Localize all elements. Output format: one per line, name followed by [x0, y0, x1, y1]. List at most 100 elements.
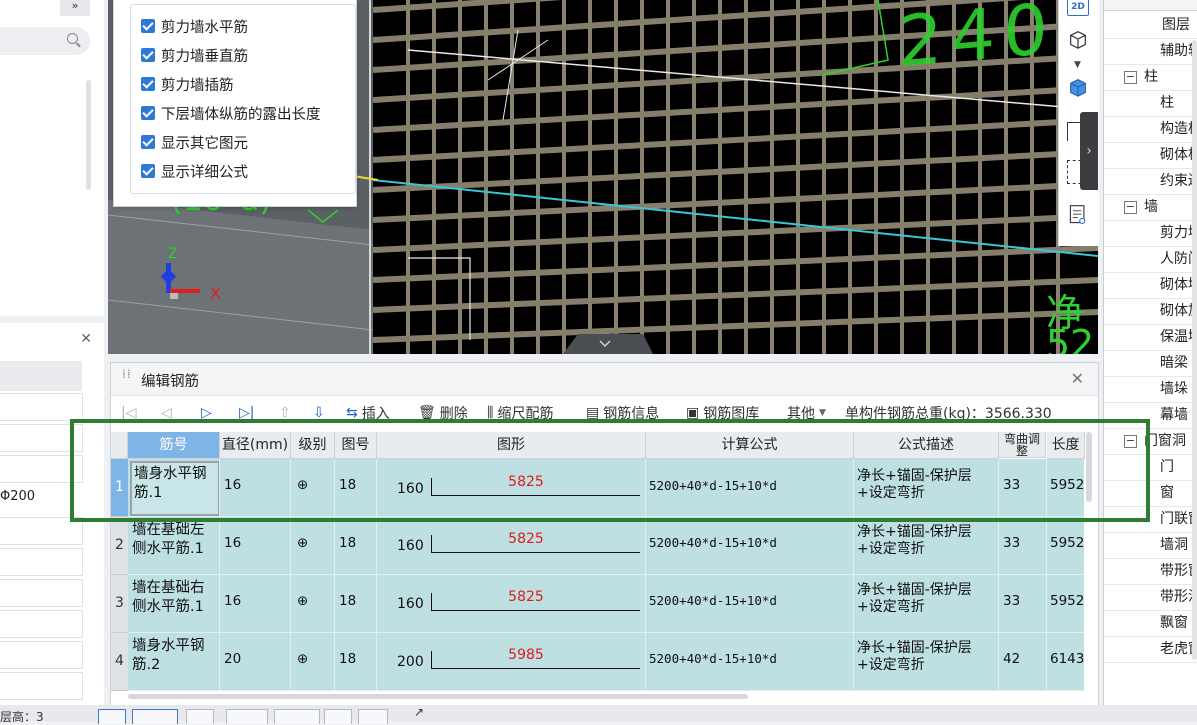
figure-number[interactable]: 18: [339, 651, 356, 667]
dropdown-arrow-icon[interactable]: ▼: [1074, 60, 1081, 70]
solid-cube-icon[interactable]: [1067, 76, 1089, 98]
tree-item[interactable]: 老虎窗: [1104, 636, 1197, 663]
checkbox-show-formula[interactable]: 显示详细公式: [141, 161, 248, 181]
expand-arrow-icon[interactable]: ↗: [414, 705, 424, 719]
snap-plus-button[interactable]: [274, 709, 320, 724]
snap-edit-button[interactable]: [358, 709, 388, 724]
collapse-tab-arrow-icon[interactable]: ›: [1080, 112, 1098, 190]
rebar-grade[interactable]: ⊕: [297, 535, 308, 551]
tree-group[interactable]: − 墙: [1104, 194, 1197, 221]
checkbox-checked-icon[interactable]: [141, 106, 155, 120]
shape-main-length[interactable]: 5825: [466, 589, 586, 605]
2d-view-icon[interactable]: 2D: [1067, 0, 1089, 16]
property-row[interactable]: [0, 579, 83, 607]
checkbox-checked-icon[interactable]: [141, 135, 155, 149]
shape-hook-length[interactable]: 160: [397, 538, 424, 554]
close-icon[interactable]: ✕: [80, 331, 92, 347]
property-panel: ✕: [0, 323, 104, 721]
checkbox-show-other[interactable]: 显示其它图元: [141, 132, 248, 152]
tree-item[interactable]: 保温墙: [1104, 324, 1197, 351]
rebar-diameter[interactable]: 16: [224, 535, 241, 551]
property-row[interactable]: [0, 641, 83, 669]
row-number[interactable]: 2: [111, 517, 128, 575]
rebar-length[interactable]: 6143: [1050, 651, 1084, 667]
rebar-name[interactable]: 墙在基础右侧水平筋.1: [132, 579, 218, 617]
checkbox-dowel-rebar[interactable]: 剪力墙插筋: [141, 74, 234, 94]
snap-grid-button[interactable]: [132, 709, 178, 724]
tree-item[interactable]: 约束边: [1104, 168, 1197, 195]
snap-save-button[interactable]: [324, 709, 352, 724]
rebar-name[interactable]: 墙在基础左侧水平筋.1: [132, 521, 218, 559]
rebar-grade[interactable]: ⊕: [297, 651, 308, 667]
rebar-length[interactable]: 5952: [1050, 593, 1084, 609]
row-number[interactable]: 4: [111, 633, 128, 691]
tree-item[interactable]: 砌体柱: [1104, 142, 1197, 169]
row-number[interactable]: 3: [111, 575, 128, 633]
checkbox-horizontal-rebar[interactable]: 剪力墙水平筋: [141, 16, 248, 36]
tree-item[interactable]: 飘窗: [1104, 610, 1197, 637]
calc-formula[interactable]: 5200+40*d-15+10*d: [649, 535, 777, 550]
tree-item[interactable]: 剪力墙: [1104, 220, 1197, 247]
figure-number[interactable]: 18: [339, 593, 356, 609]
tree-item[interactable]: 构造柱: [1104, 116, 1197, 143]
list-view-icon[interactable]: [1067, 204, 1089, 226]
bend-adjustment[interactable]: 33: [1003, 593, 1020, 609]
drag-handle-icon[interactable]: ⁞⁞: [122, 368, 131, 386]
formula-description[interactable]: 净长+锚固-保护层+设定弯折: [857, 582, 987, 616]
shape-hook-length[interactable]: 200: [397, 654, 424, 670]
collapse-icon[interactable]: −: [1124, 201, 1137, 214]
tree-scrollbar[interactable]: [1192, 40, 1197, 660]
rebar-grade[interactable]: ⊕: [297, 593, 308, 609]
cube-view-icon[interactable]: [1067, 28, 1089, 50]
shape-main-length[interactable]: 5825: [466, 531, 586, 547]
search-box[interactable]: [0, 27, 90, 55]
tree-item[interactable]: 墙垛: [1104, 376, 1197, 403]
snap-cross-button[interactable]: [186, 709, 214, 724]
property-row-selected[interactable]: [0, 361, 82, 391]
property-row[interactable]: [0, 610, 83, 638]
table-horizontal-scrollbar[interactable]: [128, 694, 748, 699]
checkbox-checked-icon[interactable]: [141, 164, 155, 178]
calc-formula[interactable]: 5200+40*d-15+10*d: [649, 593, 777, 608]
rebar-length[interactable]: 5952: [1050, 535, 1084, 551]
tree-item[interactable]: 人防门: [1104, 246, 1197, 273]
formula-description[interactable]: 净长+锚固-保护层+设定弯折: [857, 524, 987, 558]
collapse-icon[interactable]: −: [1124, 71, 1137, 84]
rebar-diameter[interactable]: 16: [224, 593, 241, 609]
search-icon[interactable]: [67, 33, 78, 44]
tree-item[interactable]: 带形洞: [1104, 584, 1197, 611]
rebar-name[interactable]: 墙身水平钢筋.2: [132, 637, 218, 675]
tree-item[interactable]: 墙洞: [1104, 532, 1197, 559]
calc-formula[interactable]: 5200+40*d-15+10*d: [649, 651, 777, 666]
property-row[interactable]: [0, 393, 83, 421]
figure-number[interactable]: 18: [339, 535, 356, 551]
close-icon[interactable]: ✕: [1071, 369, 1084, 388]
snap-ortho-button[interactable]: [98, 709, 126, 724]
bend-adjustment[interactable]: 33: [1003, 535, 1020, 551]
tree-item[interactable]: 图层: [1104, 12, 1197, 39]
left-scrollbar[interactable]: [86, 80, 91, 190]
expand-icon[interactable]: »: [60, 0, 90, 16]
tree-item[interactable]: 砌体墙: [1104, 272, 1197, 299]
bend-adjustment[interactable]: 42: [1003, 651, 1020, 667]
snap-angle-button[interactable]: [226, 709, 268, 724]
shape-main-length[interactable]: 5985: [466, 647, 586, 663]
tree-item[interactable]: 辅助轴: [1104, 38, 1197, 65]
tree-item-label: 墙洞: [1160, 537, 1188, 553]
property-row[interactable]: [0, 548, 83, 576]
checkbox-checked-icon[interactable]: [141, 19, 155, 33]
checkbox-checked-icon[interactable]: [141, 48, 155, 62]
tree-item[interactable]: 柱: [1104, 90, 1197, 117]
tree-item[interactable]: 暗梁: [1104, 350, 1197, 377]
tree-item[interactable]: 砌体加: [1104, 298, 1197, 325]
shape-hook-length[interactable]: 160: [397, 596, 424, 612]
checkbox-vertical-rebar[interactable]: 剪力墙垂直筋: [141, 45, 248, 65]
checkbox-label: 剪力墙水平筋: [161, 19, 248, 36]
checkbox-checked-icon[interactable]: [141, 77, 155, 91]
tree-item[interactable]: 带形窗: [1104, 558, 1197, 585]
formula-description[interactable]: 净长+锚固-保护层+设定弯折: [857, 640, 987, 674]
property-row[interactable]: [0, 672, 83, 700]
rebar-diameter[interactable]: 20: [224, 651, 241, 667]
tree-group[interactable]: − 柱: [1104, 64, 1197, 91]
checkbox-exposed-length[interactable]: 下层墙体纵筋的露出长度: [141, 103, 321, 123]
